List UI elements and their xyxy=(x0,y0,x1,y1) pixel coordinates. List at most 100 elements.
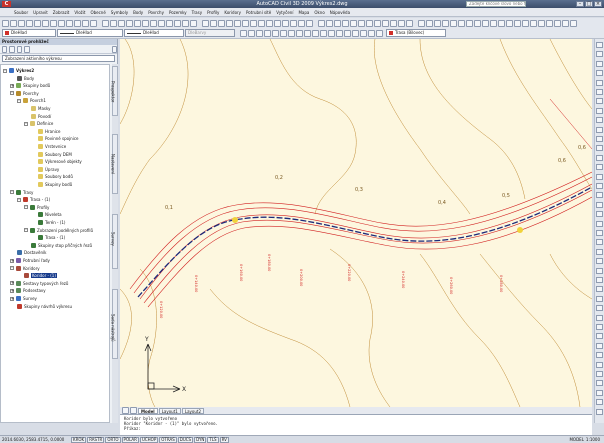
status-toggle-button[interactable]: TLŠ xyxy=(207,436,219,443)
toolbar-tool-icon[interactable] xyxy=(358,19,365,27)
toolbar-tool-icon[interactable] xyxy=(42,19,49,27)
right-toolbar-icon[interactable] xyxy=(596,117,603,124)
toolbar-tool-icon[interactable] xyxy=(368,29,375,37)
right-toolbar-icon[interactable] xyxy=(596,51,603,58)
side-tab-2[interactable]: Nastavení xyxy=(111,134,118,194)
menu-item[interactable]: Okno xyxy=(314,10,324,15)
layout-tab[interactable]: Layout1 xyxy=(158,407,181,414)
right-toolbar-icon[interactable] xyxy=(596,145,603,152)
right-toolbar-icon[interactable] xyxy=(596,399,603,406)
panel-lock-icon[interactable] xyxy=(24,45,30,53)
toolbar-tool-icon[interactable] xyxy=(142,19,149,27)
right-toolbar-icon[interactable] xyxy=(596,267,603,274)
toolbar-tool-icon[interactable] xyxy=(498,19,505,27)
toolbar-tool-icon[interactable] xyxy=(74,19,81,27)
right-toolbar-icon[interactable] xyxy=(596,277,603,283)
tree-item[interactable]: Trasa - (1) xyxy=(31,234,65,241)
layout-tab[interactable]: Layout2 xyxy=(181,407,204,414)
toolbar-tool-icon[interactable] xyxy=(280,29,287,37)
toolbar-tool-icon[interactable] xyxy=(482,19,489,27)
toolbar-tool-icon[interactable] xyxy=(334,19,341,27)
toolbar-tool-icon[interactable] xyxy=(256,29,263,37)
help-search-input[interactable]: Zadejte klíčové slovo nebo frázi xyxy=(466,1,526,7)
command-prompt[interactable]: Příkaz: xyxy=(124,426,588,431)
menu-item[interactable]: Vytyčení xyxy=(276,10,293,15)
toolbar-tool-icon[interactable] xyxy=(326,19,333,27)
toolbar-tool-icon[interactable] xyxy=(210,19,217,27)
right-toolbar-icon[interactable] xyxy=(596,239,603,246)
status-toggle-button[interactable]: POLAR xyxy=(121,436,139,443)
toolbar-tool-icon[interactable] xyxy=(538,19,545,27)
menu-item[interactable]: Profily xyxy=(207,10,219,15)
toolbar-tool-icon[interactable] xyxy=(376,29,383,37)
toolbar-tool-icon[interactable] xyxy=(360,29,367,37)
toolbar-tool-icon[interactable] xyxy=(110,19,117,27)
tree-item[interactable]: Dostavěník xyxy=(10,249,46,256)
toolbar-tool-icon[interactable] xyxy=(282,19,289,27)
tree-item[interactable]: - Definice xyxy=(24,120,53,127)
expand-toggle-icon[interactable]: + xyxy=(10,281,14,286)
menu-item[interactable]: Body xyxy=(133,10,143,15)
right-toolbar-icon[interactable] xyxy=(596,389,603,396)
toolbar-tool-icon[interactable] xyxy=(466,19,473,27)
tree-item[interactable]: Niveleta xyxy=(31,211,62,218)
toolbar-tool-icon[interactable] xyxy=(118,19,125,27)
right-toolbar-icon[interactable] xyxy=(596,136,603,142)
tree-item[interactable]: + Survey xyxy=(10,295,37,302)
toolbar-tool-icon[interactable] xyxy=(296,29,303,37)
tree-item[interactable]: Skupiny stop příčných řezů xyxy=(24,242,92,249)
toolbar-tool-icon[interactable] xyxy=(570,19,577,27)
toolbar-tool-icon[interactable] xyxy=(406,19,413,27)
toolbar-tool-icon[interactable] xyxy=(248,29,255,37)
toolbar-tool-icon[interactable] xyxy=(218,19,225,27)
right-toolbar-icon[interactable] xyxy=(596,126,603,133)
collapse-toggle-icon[interactable]: - xyxy=(3,68,7,73)
right-toolbar-icon[interactable] xyxy=(596,371,603,377)
right-toolbar-icon[interactable] xyxy=(596,183,603,189)
expand-toggle-icon[interactable]: + xyxy=(10,296,14,301)
side-tab-4[interactable]: Sada nástrojů xyxy=(111,289,118,359)
status-toggle-button[interactable]: UCHOP xyxy=(139,436,159,443)
menu-item[interactable]: Trasy xyxy=(192,10,202,15)
toolbar-tool-icon[interactable] xyxy=(10,19,17,27)
right-toolbar-icon[interactable] xyxy=(596,248,603,255)
maximize-button[interactable]: □ xyxy=(585,1,593,7)
toolbar-tool-icon[interactable] xyxy=(150,19,157,27)
menu-item[interactable]: Mapa xyxy=(298,10,309,15)
tree-item[interactable]: Masky xyxy=(24,105,51,112)
tree-item[interactable]: Soubory DEM xyxy=(31,151,72,158)
tree-item[interactable]: + Sestavy typových řezů xyxy=(10,280,68,287)
toolbar-tool-icon[interactable] xyxy=(134,19,141,27)
right-toolbar-icon[interactable] xyxy=(596,42,603,48)
toolbar-tool-icon[interactable] xyxy=(266,19,273,27)
panel-item-view-icon[interactable] xyxy=(16,45,23,53)
toolbar-tool-icon[interactable] xyxy=(312,29,319,37)
expand-toggle-icon[interactable]: + xyxy=(10,83,14,88)
right-toolbar-icon[interactable] xyxy=(596,98,603,105)
menu-item[interactable]: Obecné xyxy=(90,10,105,15)
toolbar-tool-icon[interactable] xyxy=(554,19,561,27)
close-button[interactable]: × xyxy=(594,1,602,7)
toolbar-tool-icon[interactable] xyxy=(318,19,325,27)
tree-item[interactable]: - Profily xyxy=(24,204,49,211)
menu-item[interactable]: Soubor xyxy=(14,10,28,15)
status-toggle-button[interactable]: ORTO xyxy=(105,436,121,443)
right-toolbar-icon[interactable] xyxy=(596,173,603,180)
tab-nav-next-icon[interactable] xyxy=(130,407,137,414)
status-toggle-button[interactable]: DYN xyxy=(194,436,207,443)
right-toolbar-icon[interactable] xyxy=(596,333,603,340)
linetype-combo[interactable]: DleHlad xyxy=(57,29,123,37)
toolbar-tool-icon[interactable] xyxy=(226,19,233,27)
tree-item[interactable]: Skupiny návrhů výkresu xyxy=(10,303,72,310)
tree-item[interactable]: - Trasa - (1) xyxy=(17,196,50,203)
toolbar-tool-icon[interactable] xyxy=(288,29,295,37)
right-toolbar-icon[interactable] xyxy=(596,201,603,208)
minimize-button[interactable]: – xyxy=(576,1,584,7)
lineweight-combo[interactable]: DleHlad xyxy=(124,29,184,37)
right-toolbar-icon[interactable] xyxy=(596,211,603,218)
toolbar-tool-icon[interactable] xyxy=(82,19,89,27)
command-line[interactable]: Koridor bylo vytvořeno Koridor "Koridor … xyxy=(120,414,592,435)
right-toolbar-icon[interactable] xyxy=(596,60,603,67)
right-toolbar-icon[interactable] xyxy=(596,352,603,359)
collapse-toggle-icon[interactable]: - xyxy=(10,91,14,96)
